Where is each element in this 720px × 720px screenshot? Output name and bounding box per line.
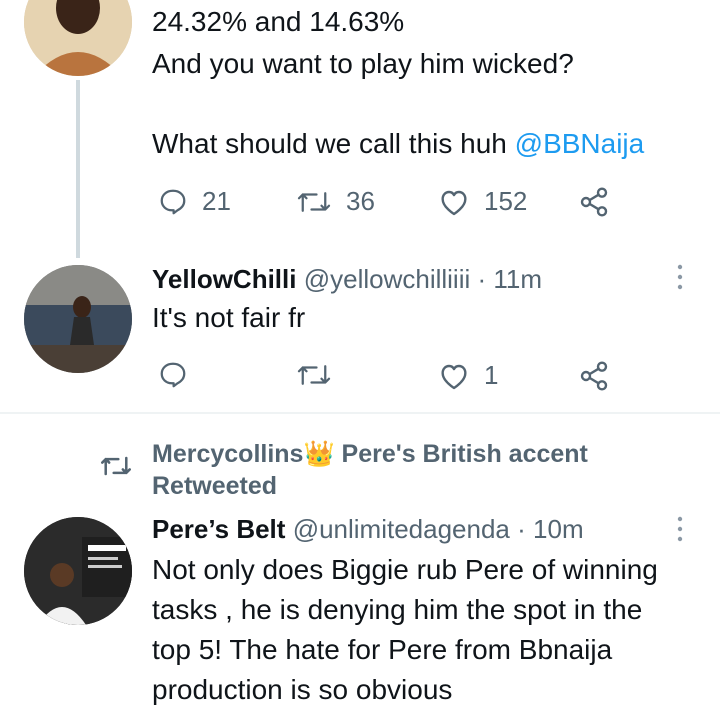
timestamp[interactable]: · 10m (517, 514, 583, 544)
avatar-image (24, 0, 132, 76)
tweet-text: What should we call this huh (152, 128, 515, 159)
share-button[interactable] (578, 186, 610, 218)
display-name[interactable]: Pere’s Belt (152, 514, 285, 544)
timestamp[interactable]: · 11m (478, 264, 543, 294)
avatar-image (24, 517, 132, 625)
tweet-text-line: 24.32% and 14.63% (152, 6, 405, 37)
display-name[interactable]: YellowChilli (152, 264, 296, 294)
share-button[interactable] (578, 360, 610, 392)
like-button[interactable]: 152 (438, 186, 527, 217)
tweet-header: Pere’s Belt @unlimitedagenda · 10m (152, 512, 584, 546)
reply-button[interactable] (158, 360, 188, 390)
retweet-icon (297, 191, 331, 212)
like-icon (441, 190, 467, 215)
avatar[interactable] (24, 265, 132, 373)
tweet-text-line: top 5! The hate for Pere from Bbnaija (152, 634, 613, 665)
tweet-text-line: And you want to play him wicked? (152, 48, 574, 79)
retweet-count: 36 (346, 186, 375, 216)
retweeter-name-suffix: Pere's British accent (334, 440, 588, 468)
reply-icon (160, 362, 186, 388)
share-icon (580, 361, 608, 391)
reply-button[interactable]: 21 (158, 186, 231, 217)
retweet-button[interactable]: 36 (296, 186, 375, 217)
tweet-text-line: What should we call this huh @BBNaija (152, 124, 644, 164)
like-count: 1 (484, 360, 499, 390)
more-icon (677, 264, 683, 290)
tweet-text-line: Not only does Biggie rub Pere of winning (152, 554, 658, 585)
retweet-icon (297, 365, 331, 385)
retweeted-indicator (100, 452, 132, 485)
tweet-text-line: production is so obvious (152, 674, 453, 705)
like-button[interactable]: 1 (438, 360, 498, 391)
more-options-button[interactable] (674, 262, 686, 297)
avatar-image (24, 265, 132, 373)
username[interactable]: @yellowchilliiii (304, 264, 471, 294)
crown-icon: 👑 (303, 440, 335, 468)
mention-link[interactable]: @BBNaija (515, 128, 645, 159)
like-icon (441, 364, 467, 389)
tweet-text: It's not fair fr (152, 302, 306, 333)
avatar[interactable] (24, 517, 132, 625)
like-count: 152 (484, 186, 528, 216)
reply-count: 21 (202, 186, 231, 216)
retweet-button[interactable] (296, 360, 332, 390)
thread-line (76, 80, 80, 258)
username[interactable]: @unlimitedagenda (293, 514, 510, 544)
retweeter-line: Mercycollins👑 Pere's British accent (152, 438, 712, 470)
reply-icon (160, 189, 186, 214)
avatar[interactable] (24, 0, 132, 76)
retweet-context[interactable]: Mercycollins👑 Pere's British accent Retw… (152, 438, 712, 502)
tweet-text-line: tasks , he is denying him the spot in th… (152, 594, 643, 625)
tweet-header: YellowChilli @yellowchilliiii · 11m (152, 262, 542, 296)
retweeter-name: Mercycollins (152, 440, 304, 468)
more-options-button[interactable] (674, 514, 686, 549)
share-icon (580, 187, 608, 217)
divider (0, 412, 720, 414)
more-icon (677, 516, 683, 542)
retweet-icon (101, 456, 131, 476)
retweeted-label: Retweeted (152, 472, 278, 500)
